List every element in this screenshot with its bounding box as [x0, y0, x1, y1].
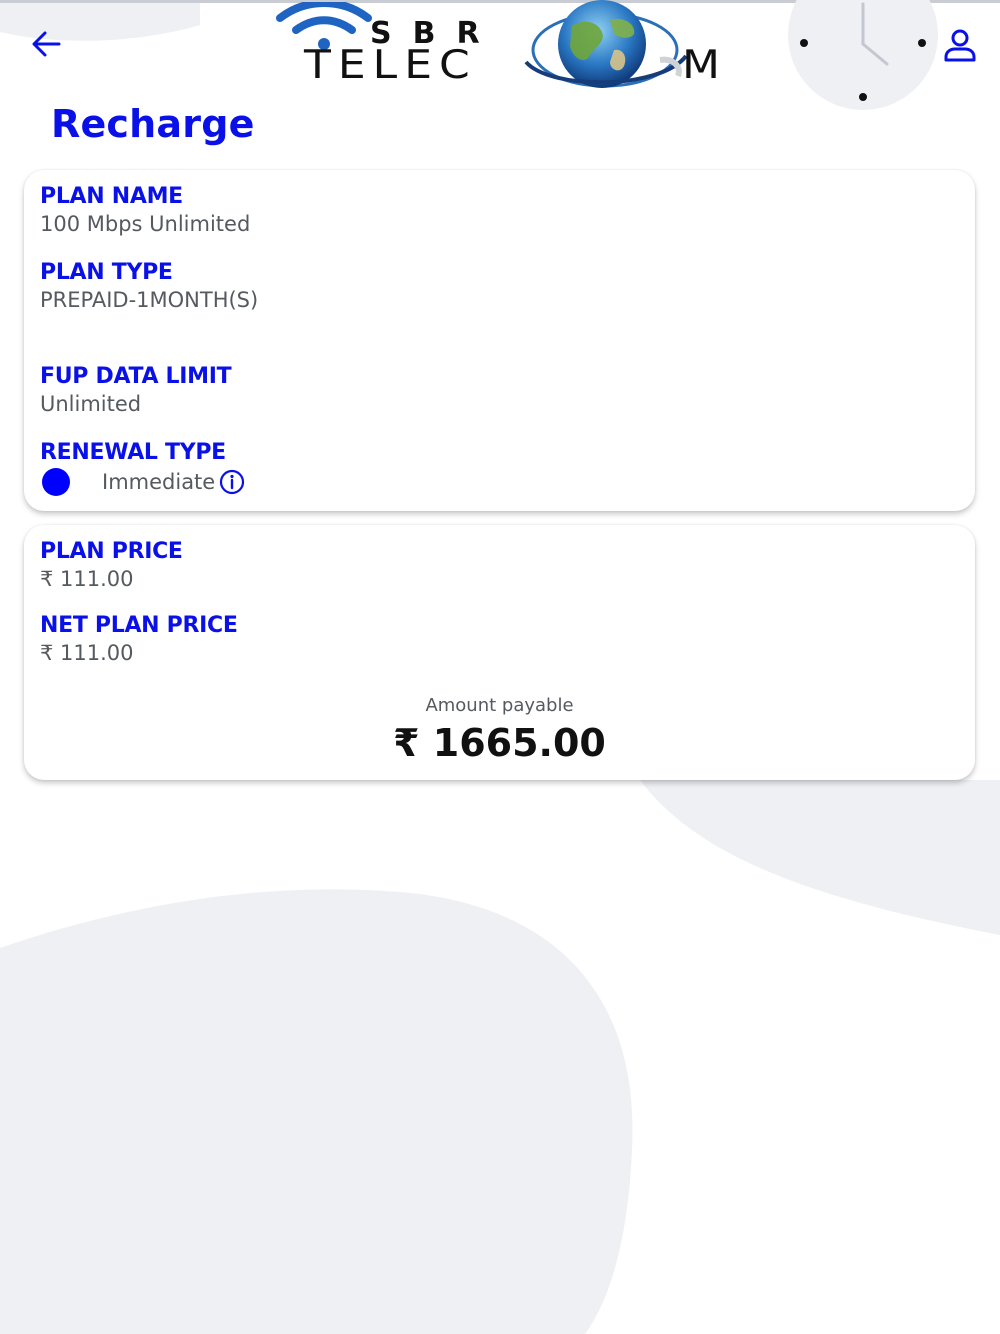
net-plan-price-value: ₹ 111.00: [40, 641, 134, 665]
plan-name-label: PLAN NAME: [40, 184, 183, 209]
pricing-card: PLAN PRICE ₹ 111.00 NET PLAN PRICE ₹ 111…: [24, 525, 975, 780]
renewal-option-immediate[interactable]: Immediate: [40, 468, 245, 496]
plan-price-label: PLAN PRICE: [40, 539, 183, 564]
plan-details-card: PLAN NAME 100 Mbps Unlimited PLAN TYPE P…: [24, 170, 975, 511]
net-plan-price-label: NET PLAN PRICE: [40, 613, 238, 638]
brand-line-2-end: M: [682, 42, 720, 88]
fup-data-limit-label: FUP DATA LIMIT: [40, 364, 232, 389]
user-icon: [944, 29, 976, 62]
plan-type-value: PREPAID-1MONTH(S): [40, 288, 259, 312]
renewal-radio-selected[interactable]: [42, 468, 70, 496]
amount-payable-value: ₹ 1665.00: [393, 721, 606, 765]
recharge-screen: SBR TELEC M Recharge PLAN NAME 100 Mbps …: [0, 0, 1000, 1334]
fup-data-limit-value: Unlimited: [40, 392, 142, 416]
renewal-type-label: RENEWAL TYPE: [40, 440, 226, 465]
back-button[interactable]: [26, 26, 66, 62]
plan-type-label: PLAN TYPE: [40, 260, 173, 285]
info-icon[interactable]: [219, 469, 245, 495]
brand-line-2: TELEC: [304, 42, 477, 88]
renewal-option-label: Immediate: [102, 470, 216, 494]
clock-icon: [788, 0, 938, 110]
profile-button[interactable]: [940, 26, 980, 66]
page-title: Recharge: [51, 102, 255, 146]
globe-icon: [524, 0, 688, 88]
plan-name-value: 100 Mbps Unlimited: [40, 212, 251, 236]
plan-price-value: ₹ 111.00: [40, 567, 134, 591]
amount-payable-caption: Amount payable: [425, 695, 574, 716]
brand-logo: SBR TELEC M: [274, 0, 754, 92]
arrow-left-icon: [32, 31, 61, 57]
top-bar: SBR TELEC M: [0, 0, 1000, 110]
